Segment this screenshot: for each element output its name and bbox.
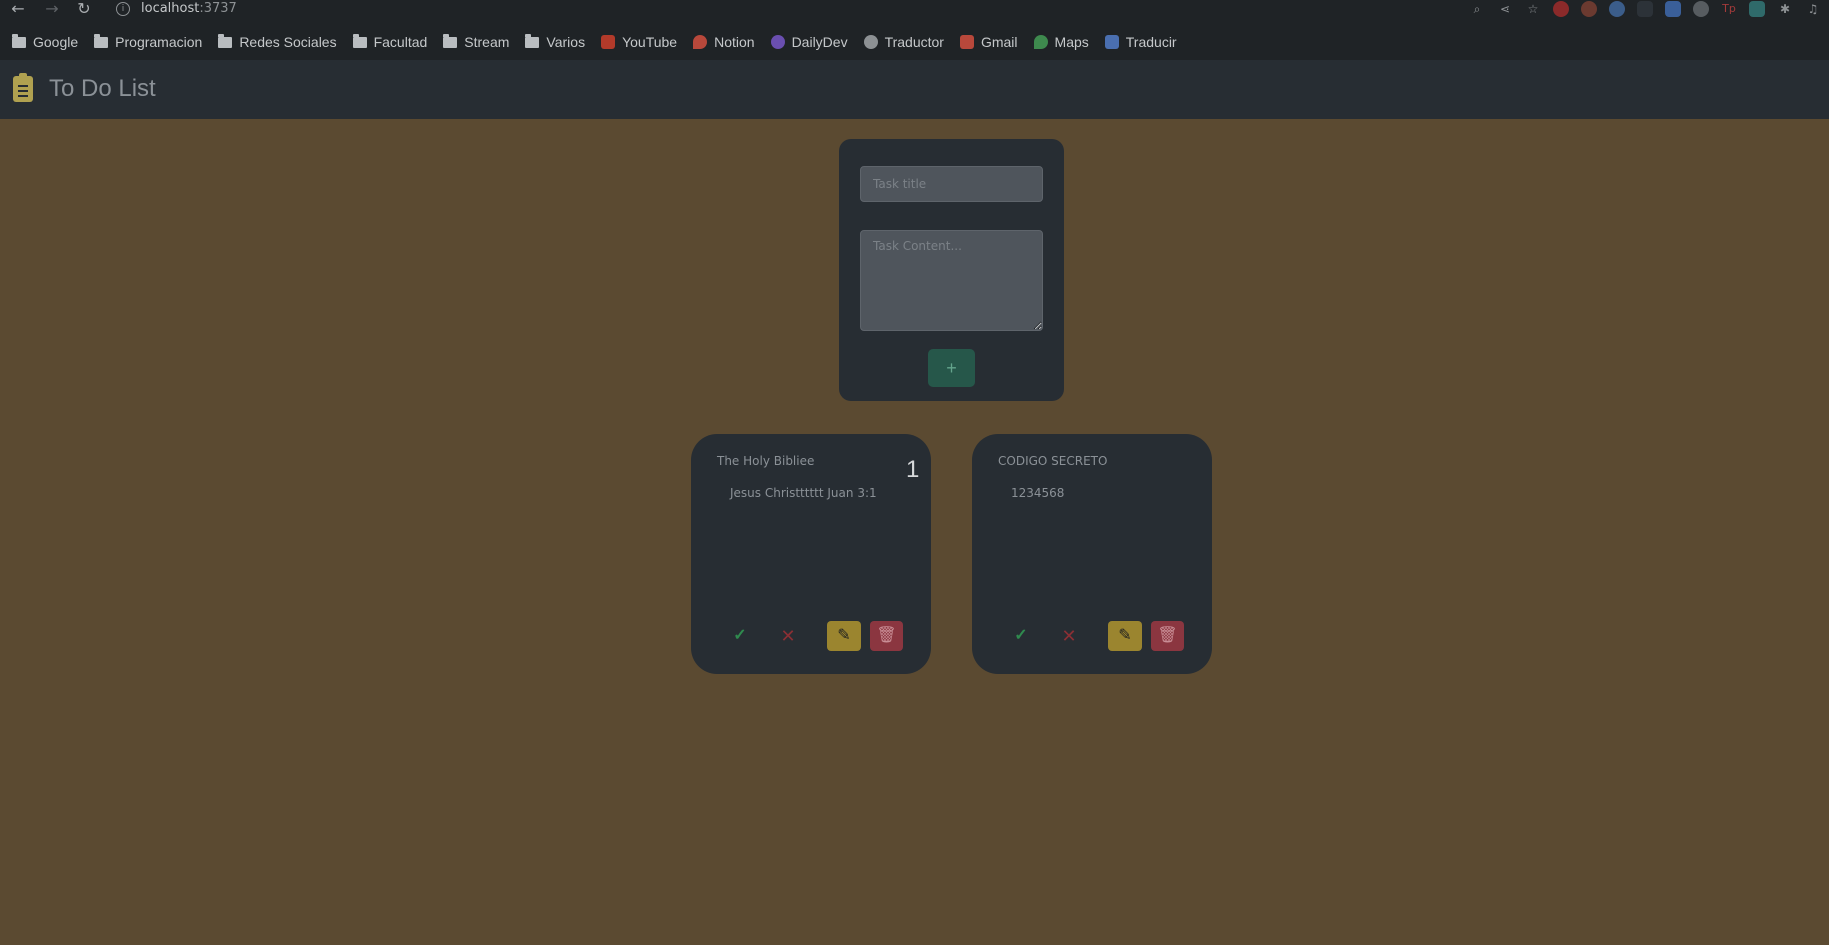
bookmark-youtube[interactable]: YouTube — [601, 34, 677, 50]
extension-icon[interactable] — [1637, 1, 1653, 17]
bookmark-google[interactable]: Google — [12, 33, 79, 50]
bookmarks-bar: Google Programacion Redes Sociales Facul… — [12, 26, 1177, 58]
extension-icon[interactable] — [1749, 1, 1765, 17]
bookmark-label: Facultad — [373, 34, 428, 50]
browser-nav-row: ← → ↻ i localhost:3737 ⌕ ⋖ ☆ Tp ✱ ♫ — [0, 0, 1829, 20]
bookmark-gmail[interactable]: Gmail — [959, 34, 1018, 50]
bookmark-notion[interactable]: Notion — [693, 34, 755, 50]
puzzle-icon[interactable]: ✱ — [1777, 1, 1793, 17]
task-number: 1 — [906, 456, 920, 483]
edit-task-button[interactable]: ✎ — [1108, 621, 1142, 651]
bookmark-maps[interactable]: Maps — [1033, 34, 1089, 50]
share-icon[interactable]: ⋖ — [1497, 1, 1513, 17]
adblock-extension-icon[interactable] — [1553, 1, 1569, 17]
bookmark-label: Maps — [1054, 34, 1089, 50]
translate-icon — [1104, 35, 1119, 49]
forward-arrow-icon[interactable]: → — [42, 0, 62, 18]
address-bar[interactable]: localhost:3737 — [141, 0, 237, 18]
bookmark-facultad[interactable]: Facultad — [352, 33, 428, 50]
bookmark-label: Google — [33, 34, 79, 50]
task-card: The Holy Bibliee Jesus Christttttt Juan … — [691, 434, 931, 674]
task-content: Jesus Christttttt Juan 3:1 — [730, 486, 877, 500]
extensions-row: ⌕ ⋖ ☆ Tp ✱ ♫ — [1469, 0, 1829, 20]
bookmark-redes-sociales[interactable]: Redes Sociales — [218, 33, 337, 50]
cancel-task-button[interactable]: ✕ — [1056, 621, 1082, 651]
maps-icon — [1033, 35, 1048, 49]
bookmark-programacion[interactable]: Programacion — [94, 33, 203, 50]
media-icon[interactable]: ♫ — [1805, 1, 1821, 17]
extension-icon[interactable]: Tp — [1721, 1, 1737, 17]
page-title: To Do List — [49, 75, 156, 102]
zoom-icon[interactable]: ⌕ — [1469, 1, 1485, 17]
bookmark-traductor[interactable]: Traductor — [863, 34, 944, 50]
folder-icon — [218, 33, 233, 48]
bookmark-label: Notion — [714, 34, 755, 50]
bookmark-label: Varios — [546, 34, 586, 50]
task-title-input[interactable] — [860, 166, 1043, 202]
task-content: 1234568 — [1011, 486, 1065, 500]
pin-icon — [693, 35, 708, 49]
clipboard-icon — [13, 73, 33, 102]
extension-icon[interactable] — [1581, 1, 1597, 17]
cancel-task-button[interactable]: ✕ — [775, 621, 801, 651]
folder-icon — [94, 33, 109, 48]
bookmark-label: Traductor — [884, 34, 944, 50]
translate-extension-icon[interactable] — [1665, 1, 1681, 17]
back-arrow-icon[interactable]: ← — [8, 0, 28, 18]
bookmark-label: Gmail — [980, 34, 1018, 50]
gmail-icon — [959, 35, 974, 49]
browser-toolbar: ← → ↻ i localhost:3737 ⌕ ⋖ ☆ Tp ✱ ♫ Goog… — [0, 0, 1829, 60]
bookmark-label: YouTube — [622, 34, 678, 50]
extension-icon[interactable] — [1693, 1, 1709, 17]
complete-task-button[interactable]: ✓ — [727, 621, 753, 651]
new-task-form: + — [839, 139, 1064, 401]
dailydev-icon — [770, 35, 785, 49]
reload-icon[interactable]: ↻ — [74, 0, 94, 18]
complete-task-button[interactable]: ✓ — [1008, 621, 1034, 651]
star-icon[interactable]: ☆ — [1525, 1, 1541, 17]
task-card: CODIGO SECRETO 1234568 ✓ ✕ ✎ 🗑 — [972, 434, 1212, 674]
bookmark-dailydev[interactable]: DailyDev — [770, 34, 848, 50]
url-host: localhost — [141, 1, 200, 16]
bookmark-traducir[interactable]: Traducir — [1104, 34, 1177, 50]
edit-task-button[interactable]: ✎ — [827, 621, 861, 651]
task-title: The Holy Bibliee — [717, 454, 815, 468]
youtube-icon — [601, 35, 616, 49]
site-info-icon[interactable]: i — [116, 2, 130, 16]
app-header — [0, 60, 1829, 119]
bookmark-varios[interactable]: Varios — [525, 33, 586, 50]
url-port: :3737 — [199, 1, 237, 16]
folder-icon — [12, 33, 26, 48]
folder-icon — [525, 33, 540, 48]
bookmark-label: Programacion — [115, 34, 203, 50]
add-task-button[interactable]: + — [928, 349, 975, 387]
task-content-input[interactable] — [860, 230, 1043, 331]
bookmark-label: Stream — [464, 34, 510, 50]
task-title: CODIGO SECRETO — [998, 454, 1108, 468]
folder-icon — [352, 33, 367, 48]
folder-icon — [443, 33, 458, 48]
delete-task-button[interactable]: 🗑 — [1151, 621, 1184, 651]
bookmark-label: Redes Sociales — [239, 34, 337, 50]
bookmark-label: DailyDev — [791, 34, 848, 50]
delete-task-button[interactable]: 🗑 — [870, 621, 903, 651]
bookmark-stream[interactable]: Stream — [443, 33, 510, 50]
extension-icon[interactable] — [1609, 1, 1625, 17]
translate-icon — [863, 35, 878, 49]
bookmark-label: Traducir — [1125, 34, 1177, 50]
